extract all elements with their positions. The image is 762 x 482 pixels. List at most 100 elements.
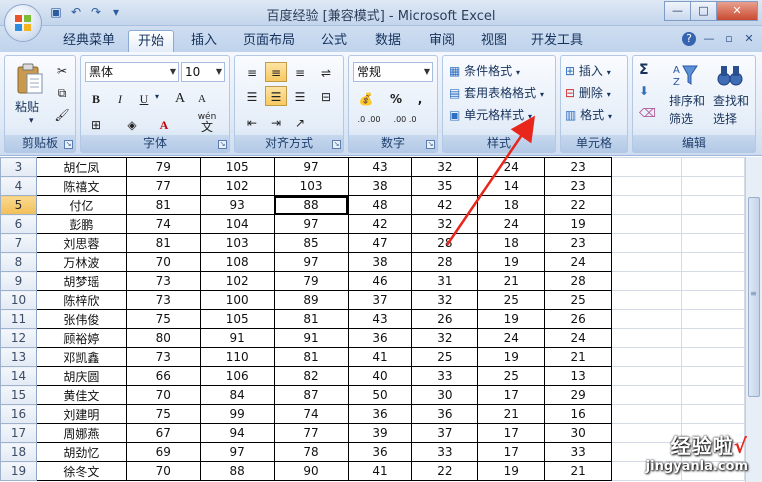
tab-page-layout[interactable]: 页面布局 (236, 30, 302, 52)
cell-styles-button[interactable]: ▣ 单元格样式 ▾ (449, 106, 532, 123)
row-header[interactable]: 19 (0, 461, 37, 481)
score-cell[interactable]: 81 (273, 347, 349, 367)
empty-cell[interactable] (611, 195, 683, 215)
name-cell[interactable]: 付亿 (35, 195, 127, 215)
name-cell[interactable]: 邓凯鑫 (35, 347, 127, 367)
name-cell[interactable]: 周娜燕 (35, 423, 127, 443)
name-cell[interactable]: 黄佳文 (35, 385, 127, 405)
score-cell[interactable]: 19 (477, 309, 546, 329)
office-button[interactable] (4, 4, 42, 42)
empty-cell[interactable] (611, 233, 683, 253)
empty-cell[interactable] (611, 214, 683, 234)
name-cell[interactable]: 张伟俊 (35, 309, 127, 329)
copy-icon[interactable]: ⧉ (51, 82, 73, 102)
name-cell[interactable]: 徐冬文 (35, 461, 127, 481)
score-cell[interactable]: 28 (411, 252, 479, 272)
increase-indent-icon[interactable]: ⇥ (265, 112, 287, 132)
name-cell[interactable]: 万林波 (35, 252, 127, 272)
name-cell[interactable]: 刘思蓉 (35, 233, 127, 253)
name-cell[interactable]: 陈禧文 (35, 176, 127, 196)
score-cell[interactable]: 13 (544, 366, 613, 386)
score-cell[interactable]: 78 (273, 442, 349, 462)
score-cell[interactable]: 19 (477, 252, 546, 272)
score-cell[interactable]: 79 (125, 157, 201, 177)
italic-button[interactable]: I (109, 88, 131, 108)
align-right-icon[interactable]: ☰ (289, 86, 311, 106)
comma-button[interactable]: , (409, 88, 431, 108)
score-cell[interactable]: 81 (273, 309, 349, 329)
clipboard-launcher-icon[interactable]: ↘ (64, 140, 73, 149)
tab-insert[interactable]: 插入 (182, 30, 226, 52)
empty-cell[interactable] (611, 385, 683, 405)
score-cell[interactable]: 74 (273, 404, 349, 424)
score-cell[interactable]: 70 (125, 461, 201, 481)
minimize-button[interactable]: — (664, 1, 691, 21)
score-cell[interactable]: 75 (125, 404, 201, 424)
score-cell[interactable]: 75 (125, 309, 201, 329)
paste-dropdown-icon[interactable]: ▾ (29, 116, 34, 126)
format-painter-icon[interactable]: 🖌 (51, 104, 73, 124)
score-cell[interactable]: 74 (125, 214, 201, 234)
name-cell[interactable]: 刘建明 (35, 404, 127, 424)
row-header[interactable]: 4 (0, 176, 37, 196)
worksheet-grid[interactable]: 3 胡仁凤 79 105 97 43 32 24 23 4 陈禧文 77 102 103 38 35 14 23 5… (0, 157, 745, 482)
row-header[interactable]: 12 (0, 328, 37, 348)
font-launcher-icon[interactable]: ↘ (218, 140, 227, 149)
cut-icon[interactable]: ✂ (51, 60, 73, 80)
align-top-icon[interactable]: ≡ (241, 62, 263, 82)
score-cell[interactable]: 32 (411, 328, 479, 348)
score-cell[interactable]: 42 (411, 195, 479, 215)
increase-decimal-button[interactable]: .0 .00 (355, 114, 383, 134)
score-cell[interactable]: 24 (477, 214, 546, 234)
score-cell[interactable]: 33 (411, 366, 479, 386)
score-cell[interactable]: 80 (125, 328, 201, 348)
orientation-icon[interactable]: ↗ (289, 112, 311, 132)
score-cell[interactable]: 17 (477, 423, 546, 443)
score-cell[interactable]: 21 (477, 404, 546, 424)
score-cell[interactable]: 37 (347, 290, 413, 310)
score-cell[interactable]: 102 (199, 176, 275, 196)
score-cell[interactable]: 103 (273, 176, 349, 196)
score-cell[interactable]: 16 (544, 404, 613, 424)
score-cell[interactable]: 36 (347, 404, 413, 424)
score-cell[interactable]: 43 (347, 309, 413, 329)
score-cell[interactable]: 36 (411, 404, 479, 424)
empty-cell[interactable] (681, 309, 745, 329)
score-cell[interactable]: 38 (347, 176, 413, 196)
delete-cells-button[interactable]: ⊟ 删除 ▾ (565, 84, 611, 101)
score-cell[interactable]: 37 (411, 423, 479, 443)
score-cell[interactable]: 100 (199, 290, 275, 310)
score-cell[interactable]: 17 (477, 385, 546, 405)
score-cell[interactable]: 29 (544, 385, 613, 405)
score-cell[interactable]: 24 (544, 328, 613, 348)
name-cell[interactable]: 彭鹏 (35, 214, 127, 234)
tab-classic-menu[interactable]: 经典菜单 (56, 30, 122, 52)
name-cell[interactable]: 胡仁凤 (35, 157, 127, 177)
score-cell[interactable]: 17 (477, 442, 546, 462)
sort-filter-label-1[interactable]: 排序和 (669, 92, 705, 109)
find-select-label-1[interactable]: 查找和 (713, 92, 749, 109)
name-cell[interactable]: 胡劲忆 (35, 442, 127, 462)
score-cell[interactable]: 106 (199, 366, 275, 386)
score-cell[interactable]: 70 (125, 252, 201, 272)
underline-dropdown-icon[interactable]: ▾ (155, 92, 159, 101)
empty-cell[interactable] (681, 328, 745, 348)
doc-restore-icon[interactable]: ▫ (722, 32, 736, 46)
score-cell[interactable]: 25 (477, 366, 546, 386)
score-cell[interactable]: 23 (544, 233, 613, 253)
percent-button[interactable]: % (385, 88, 407, 108)
score-cell[interactable]: 23 (544, 157, 613, 177)
row-header[interactable]: 11 (0, 309, 37, 329)
score-cell[interactable]: 73 (125, 290, 201, 310)
score-cell[interactable]: 73 (125, 271, 201, 291)
tab-home[interactable]: 开始 (128, 30, 174, 52)
row-header[interactable]: 6 (0, 214, 37, 234)
empty-cell[interactable] (611, 157, 683, 177)
row-header[interactable]: 7 (0, 233, 37, 253)
score-cell[interactable]: 24 (544, 252, 613, 272)
score-cell[interactable]: 26 (411, 309, 479, 329)
format-as-table-button[interactable]: ▤ 套用表格格式 ▾ (449, 84, 544, 101)
score-cell[interactable]: 84 (199, 385, 275, 405)
tab-review[interactable]: 审阅 (420, 30, 464, 52)
score-cell[interactable]: 110 (199, 347, 275, 367)
